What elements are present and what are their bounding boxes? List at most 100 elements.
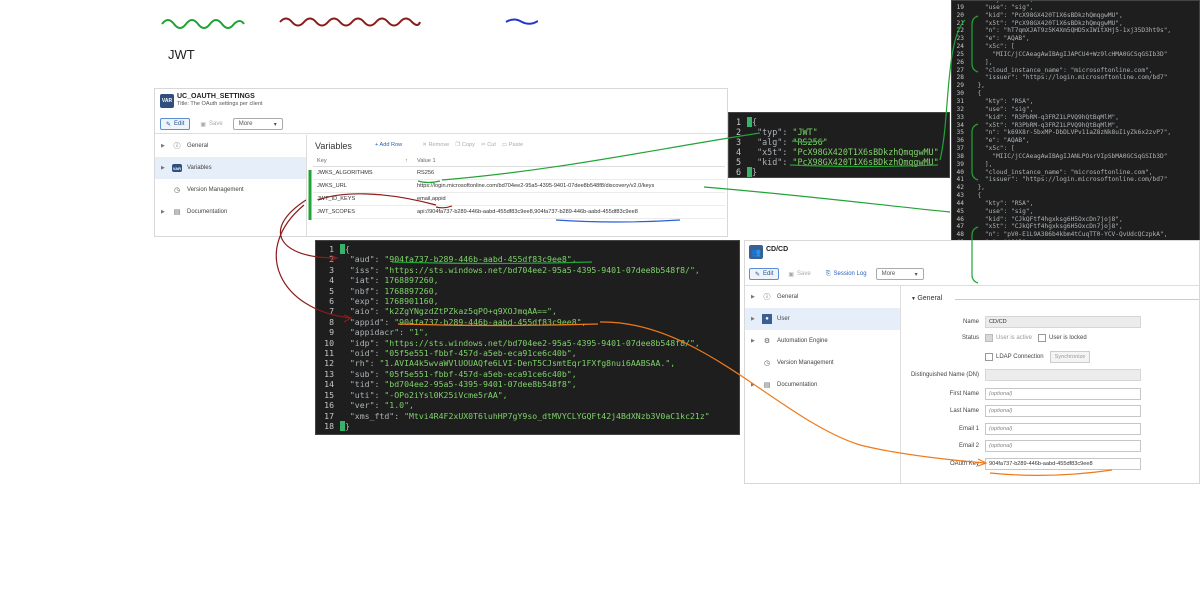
sidebar-item-documentation[interactable]: ▶ ▤ Documentation xyxy=(155,201,306,223)
code-line: 45 "use": "sig", xyxy=(954,208,1199,216)
email2-field[interactable]: (optional) xyxy=(985,440,1141,452)
distinguished-name-field[interactable] xyxy=(985,369,1141,381)
last-name-field[interactable]: (optional) xyxy=(985,405,1141,417)
session-log-button[interactable]: ⎘ Session Log xyxy=(820,268,873,280)
paste-button[interactable]: ▭ Paste xyxy=(502,142,523,148)
sidebar-item-version-management[interactable]: ◷ Version Management xyxy=(155,179,306,201)
user-sidebar: ▶ ⓘ General ▶ ● User ▶ ⚙ Automation Engine ◷ Ve… xyxy=(745,286,901,483)
sort-icon: ↑ xyxy=(405,158,408,164)
code-text: { xyxy=(752,117,758,127)
cut-button[interactable]: ✂ Cut xyxy=(481,142,496,148)
column-header-value[interactable]: Value 1 xyxy=(417,158,725,164)
code-line: 29 }, xyxy=(954,82,1199,90)
sidebar-item-general[interactable]: ▶ ⓘ General xyxy=(155,135,306,157)
first-name-row: First Name (optional) xyxy=(885,388,1141,400)
code-line: 6 "exp": 1768901160, xyxy=(320,296,739,306)
line-number: 46 xyxy=(956,215,964,223)
paste-icon: ▭ xyxy=(501,142,509,148)
code-line: 31 "kty": "RSA", xyxy=(954,98,1199,106)
table-row[interactable]: JWKS_URL https://login.microsoftonline.co… xyxy=(313,180,725,193)
sidebar-item-automation-engine[interactable]: ▶ ⚙ Automation Engine xyxy=(745,330,900,352)
code-line: 3 "iss": "https://sts.windows.net/bd704e… xyxy=(320,265,739,275)
code-line: 33 "kid": "R3PbRM-q3FRZ1LPVQ9hQtBqMlM", xyxy=(954,114,1199,122)
json-value: "https://sts.windows.net/bd704ee2-95a5-4… xyxy=(384,337,700,348)
code-line: 3 "alg": "RS256" xyxy=(733,137,949,147)
red-scribble xyxy=(279,17,421,27)
copy-button[interactable]: ❐ Copy xyxy=(455,142,475,148)
edit-button[interactable]: ✎ Edit xyxy=(160,118,191,130)
json-key: "uti" xyxy=(349,389,375,400)
code-line: 8 "appid": "904fa737-b289-446b-aabd-455d… xyxy=(320,317,739,327)
add-row-button[interactable]: + Add Row xyxy=(375,142,402,148)
json-key: "sub" xyxy=(349,368,375,379)
table-row[interactable]: JWT_SCOPES api://904fa737-b289-446b-aabd-… xyxy=(313,206,725,219)
dn-row: Distinguished Name (DN) xyxy=(885,369,1141,381)
code-line: 6 |} xyxy=(733,167,949,177)
json-key: "appidacr" xyxy=(349,327,400,338)
name-field[interactable]: CD/CD xyxy=(985,316,1141,328)
save-button[interactable]: ▣ Save xyxy=(194,118,228,130)
line-number: 12 xyxy=(324,358,334,369)
sidebar-item-user[interactable]: ▶ ● User xyxy=(745,308,900,330)
page-title: JWT xyxy=(168,47,195,62)
line-number: 4 xyxy=(329,275,334,286)
code-text: "use": "sig", xyxy=(970,207,1034,215)
json-value: "05f5e551-fbbf-457d-a5eb-eca91ce6c40b", xyxy=(384,368,577,379)
synchronize-button[interactable]: Synchronize xyxy=(1049,351,1091,363)
code-line: 27 "cloud_instance_name": "microsoftonli… xyxy=(954,67,1199,75)
code-line: 15 "uti": "-OPo2iYsl0K25iVcme5rAA", xyxy=(320,390,739,400)
clock-icon: ◷ xyxy=(173,187,181,194)
table-row[interactable]: JWT_ID_KEYS email,appid xyxy=(313,193,725,206)
edit-button[interactable]: ✎ Edit xyxy=(749,268,780,280)
entity-name: CD/CD xyxy=(766,246,789,253)
json-value: 1768897260, xyxy=(384,285,439,296)
code-line: 5 "kid": "PcX98GX420T1X6sBDkzhQmqgwMU" xyxy=(733,157,949,167)
last-name-row: Last Name (optional) xyxy=(885,405,1141,417)
sidebar-item-version-management[interactable]: ◷ Version Management xyxy=(745,352,900,374)
line-number: 22 xyxy=(956,27,964,35)
section-divider xyxy=(955,299,1199,300)
sidebar-item-documentation[interactable]: ▶ ▤ Documentation xyxy=(745,374,900,396)
section-general[interactable]: ▼ General xyxy=(911,295,942,302)
caret-right-icon: ▶ xyxy=(751,294,755,300)
line-number: 36 xyxy=(956,137,964,145)
more-dropdown[interactable]: More ▾ xyxy=(232,118,283,130)
code-text: "x5c": [ xyxy=(970,43,1015,51)
code-line: 20 "kid": "PcX98GX420T1X6sBDkzhQmqgwMU", xyxy=(954,12,1199,20)
more-dropdown[interactable]: More ▾ xyxy=(875,268,924,280)
column-header-key[interactable]: Key xyxy=(313,158,417,164)
ldap-row: LDAP Connection Synchronize xyxy=(985,351,1091,363)
oauth-sidebar: ▶ ⓘ General ▶ VAR Variables ◷ Version Managem… xyxy=(155,135,307,236)
code-text: ], xyxy=(970,160,993,168)
email1-field[interactable]: (optional) xyxy=(985,423,1141,435)
sidebar-item-general[interactable]: ▶ ⓘ General xyxy=(745,286,900,308)
clock-icon: ◷ xyxy=(763,360,771,367)
line-number: 24 xyxy=(956,43,964,51)
table-row[interactable]: JWKS_ALGORITHMS RS256 xyxy=(313,167,725,180)
ldap-connection-checkbox[interactable] xyxy=(985,353,993,361)
code-line: 1 |{ xyxy=(733,117,949,127)
save-button[interactable]: ▣ Save xyxy=(782,268,816,280)
code-text: "issuer": "https://login.microsoftonline… xyxy=(970,176,1168,184)
json-key: "appid" xyxy=(349,316,385,327)
email1-row: Email 1 (optional) xyxy=(885,423,1141,435)
code-line: 18 |} xyxy=(320,420,739,432)
line-number: 31 xyxy=(956,97,964,105)
json-key: "tid" xyxy=(349,379,375,390)
oauth-key-field[interactable]: 904fa737-b289-446b-aabd-455df83c9ee8 xyxy=(985,458,1141,470)
code-line: 42 }, xyxy=(954,184,1199,192)
code-line: 2 "aud": "904fa737-b289-446b-aabd-455df8… xyxy=(320,254,739,264)
code-line: 48 "n": "pV0-E1L9A386b4kbm4tCuqTT0-YCV-Q… xyxy=(954,231,1199,239)
sidebar-item-variables[interactable]: ▶ VAR Variables xyxy=(155,157,306,179)
line-number: 5 xyxy=(735,157,741,167)
user-locked-checkbox[interactable] xyxy=(1038,334,1047,342)
json-value: "PcX98GX420T1X6sBDkzhQmqgwMU" xyxy=(792,157,939,167)
line-number: 2 xyxy=(735,127,741,137)
json-value: "1", xyxy=(409,327,429,338)
line-number: 32 xyxy=(956,105,964,113)
edit-icon: ✎ xyxy=(166,121,172,128)
user-active-checkbox[interactable] xyxy=(985,334,993,342)
remove-button[interactable]: ✕ Remove xyxy=(422,142,449,148)
first-name-field[interactable]: (optional) xyxy=(985,388,1141,400)
json-value: "k2ZgYNgzdZtPZkaz5qPO+q9XOJmqAA==", xyxy=(384,306,557,317)
